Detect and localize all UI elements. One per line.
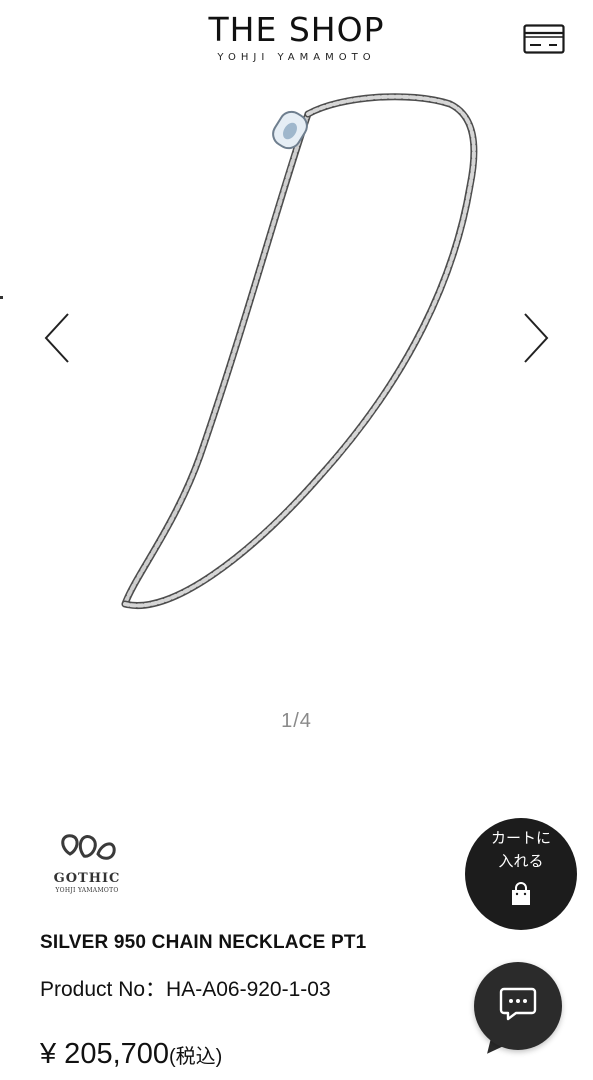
product-name: SILVER 950 CHAIN NECKLACE PT1 — [40, 932, 367, 953]
product-gallery[interactable]: 1/4 — [0, 76, 593, 756]
add-to-cart-button[interactable]: カートに 入れる — [465, 818, 577, 930]
site-logo-title[interactable]: THE SHOP — [0, 10, 593, 49]
add-to-cart-label-line1: カートに — [490, 829, 551, 847]
chevron-left-icon[interactable] — [38, 308, 78, 368]
gallery-pager: 1/4 — [281, 710, 312, 732]
price-tax-label: (税込) — [169, 1046, 223, 1068]
brand-logo-subtext: YOHJI YAMAMOTO — [54, 887, 118, 894]
product-image[interactable] — [80, 76, 510, 676]
chat-button[interactable] — [474, 962, 562, 1050]
product-number: Product No：HA-A06-920-1-03 — [40, 978, 331, 1001]
brand-logo-text: GOTHIC — [54, 871, 121, 886]
product-price-row: ¥ 205,700(税込) — [40, 1038, 222, 1071]
prev-slide-peek — [0, 296, 3, 299]
card-icon[interactable] — [523, 24, 565, 54]
site-logo-subtitle: YOHJI YAMAMOTO — [217, 52, 376, 63]
add-to-cart-label-line2: 入れる — [498, 852, 544, 870]
site-header: THE SHOP YOHJI YAMAMOTO — [0, 0, 593, 76]
product-price: ¥ 205,700 — [40, 1038, 170, 1070]
brand-logo[interactable]: GOTHIC YOHJI YAMAMOTO — [40, 828, 135, 900]
shopping-bag-icon — [512, 882, 530, 905]
chevron-right-icon[interactable] — [515, 308, 555, 368]
chat-icon — [499, 987, 537, 1021]
